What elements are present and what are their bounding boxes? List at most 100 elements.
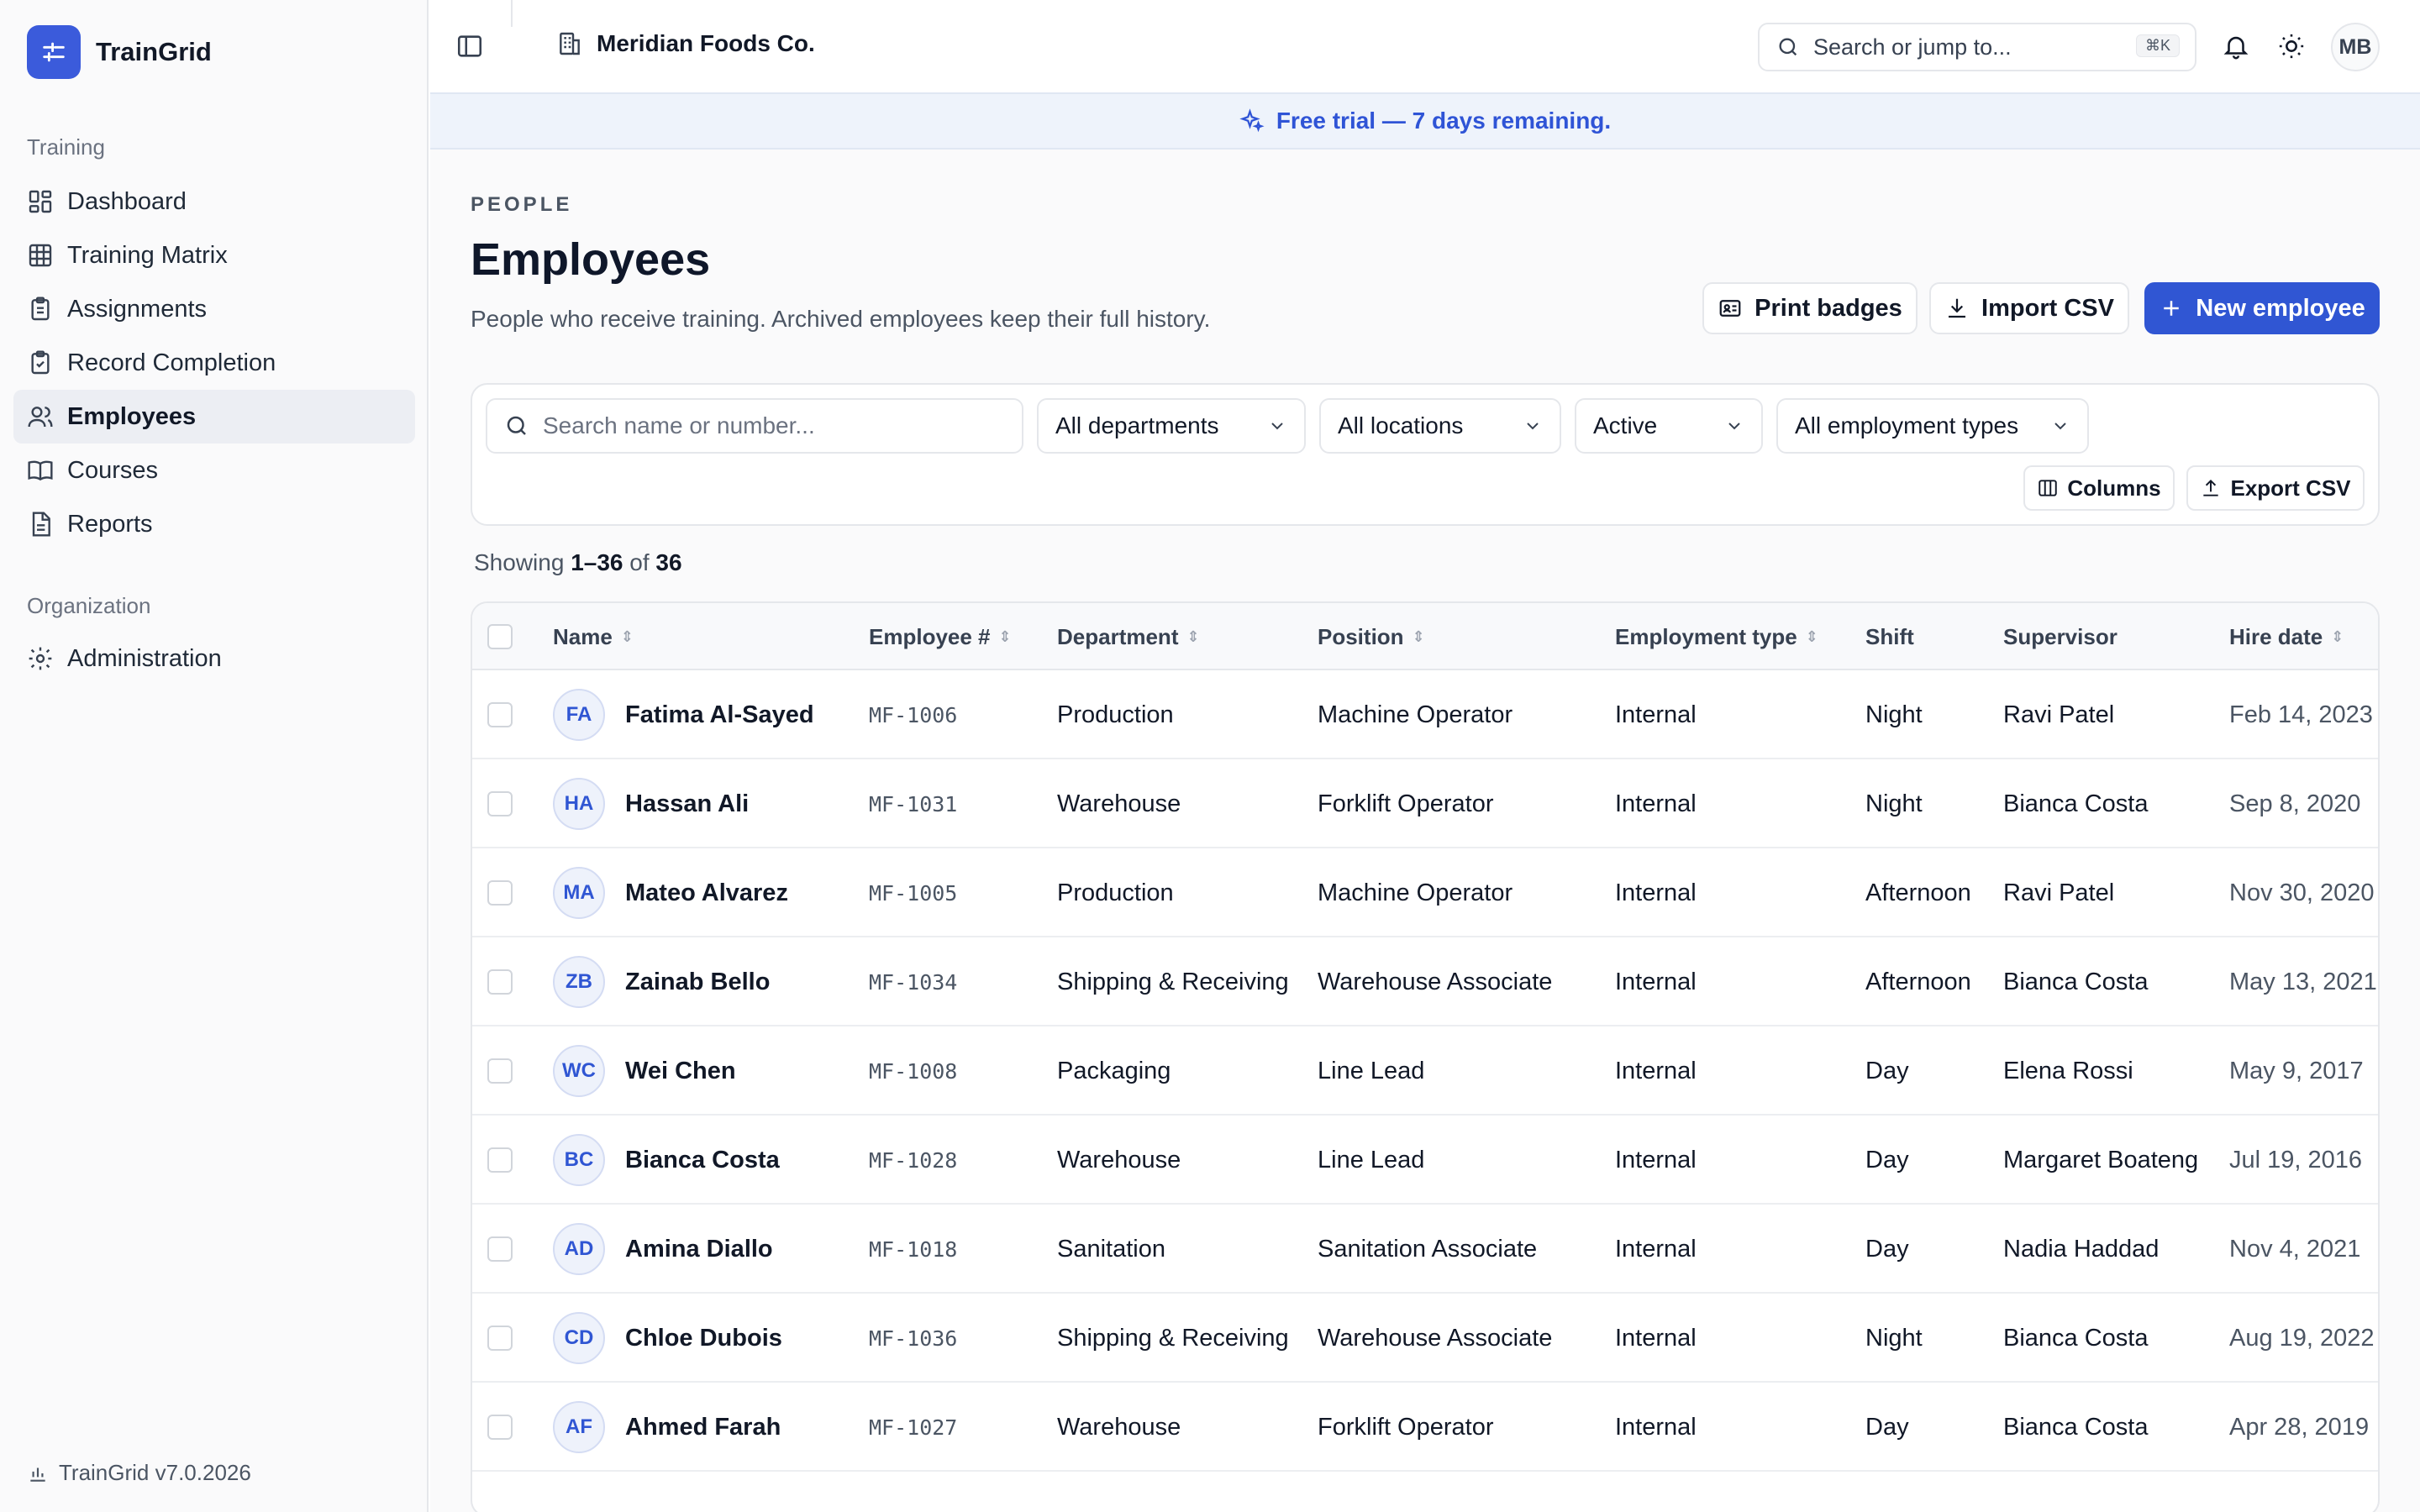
row-checkbox[interactable] — [487, 1147, 513, 1173]
employee-search-placeholder: Search name or number... — [543, 412, 815, 438]
employment-type-select-value: All employment types — [1795, 412, 2019, 438]
sidebar-item-reports[interactable]: Reports — [13, 497, 415, 551]
location-select[interactable]: All locations — [1319, 398, 1561, 454]
select-all-checkbox[interactable] — [487, 624, 513, 649]
sidebar-item-label: Dashboard — [67, 187, 187, 215]
table-row[interactable]: HA Hassan Ali MF-1031 Warehouse Forklift Ope… — [472, 759, 2378, 848]
column-header-name[interactable]: Name ⇕ — [553, 603, 634, 670]
employee-name[interactable]: Bianca Costa — [625, 1147, 780, 1174]
department-select[interactable]: All departments — [1037, 398, 1306, 454]
sidebar-item-dashboard[interactable]: Dashboard — [13, 175, 415, 228]
department-select-value: All departments — [1055, 412, 1219, 438]
row-checkbox[interactable] — [487, 1415, 513, 1440]
avatar: BC — [553, 1134, 605, 1186]
row-checkbox[interactable] — [487, 880, 513, 906]
shift-cell: Afternoon — [1865, 968, 1971, 995]
page-title: Employees — [471, 234, 711, 285]
sidebar-item-record-completion[interactable]: Record Completion — [13, 336, 415, 390]
sidebar-item-employees[interactable]: Employees — [13, 390, 415, 444]
sidebar-item-label: Record Completion — [67, 349, 276, 376]
sidebar-toggle-icon[interactable] — [455, 32, 484, 60]
row-checkbox[interactable] — [487, 1326, 513, 1351]
department-cell: Warehouse — [1057, 1413, 1181, 1441]
sun-icon[interactable] — [2277, 32, 2306, 60]
users-icon — [28, 407, 53, 428]
sidebar-item-administration[interactable]: Administration — [13, 632, 415, 685]
name-cell[interactable]: WC Wei Chen — [553, 1026, 736, 1116]
department-cell: Shipping & Receiving — [1057, 1324, 1289, 1352]
employee-name[interactable]: Hassan Ali — [625, 790, 749, 818]
employee-name[interactable]: Amina Diallo — [625, 1236, 773, 1263]
row-checkbox[interactable] — [487, 1236, 513, 1262]
employee-name[interactable]: Zainab Bello — [625, 969, 770, 996]
row-checkbox[interactable] — [487, 791, 513, 816]
name-cell[interactable]: FA Fatima Al-Sayed — [553, 670, 814, 759]
import-csv-label: Import CSV — [1981, 294, 2114, 322]
column-header-hire-date[interactable]: Hire date ⇕ — [2229, 603, 2344, 670]
employee-name[interactable]: Wei Chen — [625, 1058, 736, 1085]
showing-prefix: Showing — [474, 549, 565, 575]
name-cell[interactable]: BC Bianca Costa — [553, 1116, 780, 1205]
columns-button[interactable]: Columns — [2023, 465, 2175, 511]
employee-name[interactable]: Mateo Alvarez — [625, 879, 788, 907]
new-employee-button[interactable]: New employee — [2144, 282, 2380, 334]
chevron-down-icon — [1271, 423, 1283, 430]
sidebar-item-label: Reports — [67, 510, 153, 538]
position-cell: Warehouse Associate — [1318, 968, 1553, 995]
table-row[interactable]: ZB Zainab Bello MF-1034 Shipping & Receivin… — [472, 937, 2378, 1026]
employee-name[interactable]: Ahmed Farah — [625, 1414, 781, 1441]
plus-icon — [2164, 301, 2179, 316]
name-cell[interactable]: HA Hassan Ali — [553, 759, 749, 848]
version-label: TrainGrid v7.0.2026 — [59, 1460, 251, 1485]
bell-icon[interactable] — [2222, 32, 2250, 60]
sidebar-item-assignments[interactable]: Assignments — [13, 282, 415, 336]
name-cell[interactable]: AD Amina Diallo — [553, 1205, 773, 1294]
export-csv-button[interactable]: Export CSV — [2186, 465, 2365, 511]
employee-name[interactable]: Fatima Al-Sayed — [625, 701, 814, 729]
column-header-department[interactable]: Department ⇕ — [1057, 603, 1200, 670]
brand[interactable]: TrainGrid — [27, 25, 212, 79]
employee-number-cell: MF-1031 — [869, 791, 958, 816]
employee-name[interactable]: Chloe Dubois — [625, 1325, 782, 1352]
table-row[interactable]: CD Chloe Dubois MF-1036 Shipping & Receivin… — [472, 1294, 2378, 1383]
employment-type-cell: Internal — [1615, 1413, 1697, 1441]
table-row[interactable]: FA Fatima Al-Sayed MF-1006 Production Machin… — [472, 670, 2378, 759]
sparkles-icon — [1239, 108, 1265, 133]
hire-date-cell: Feb 14, 2023 — [2229, 701, 2373, 728]
sidebar-item-training-matrix[interactable]: Training Matrix — [13, 228, 415, 282]
employee-search-input[interactable]: Search name or number... — [486, 398, 1023, 454]
column-header-position[interactable]: Position ⇕ — [1318, 603, 1425, 670]
user-avatar[interactable]: MB — [2331, 23, 2380, 71]
position-cell: Forklift Operator — [1318, 790, 1494, 817]
sidebar: TrainGrid Training Dashboard Training Ma… — [0, 0, 429, 1512]
org-switcher[interactable]: Meridian Foods Co. — [556, 30, 815, 57]
row-checkbox[interactable] — [487, 702, 513, 727]
shift-cell: Night — [1865, 701, 1923, 728]
table-row[interactable]: BC Bianca Costa MF-1028 Warehouse Line Lead I… — [472, 1116, 2378, 1205]
sidebar-item-courses[interactable]: Courses — [13, 444, 415, 497]
status-select[interactable]: Active — [1575, 398, 1763, 454]
position-cell: Machine Operator — [1318, 701, 1513, 728]
row-checkbox[interactable] — [487, 1058, 513, 1084]
name-cell[interactable]: ZB Zainab Bello — [553, 937, 770, 1026]
location-select-value: All locations — [1338, 412, 1464, 438]
hire-date-cell: Sep 8, 2020 — [2229, 790, 2361, 817]
print-badges-button[interactable]: Print badges — [1702, 282, 1918, 334]
table-row[interactable]: AD Amina Diallo MF-1018 Sanitation Sanitatio… — [472, 1205, 2378, 1294]
column-header-employee-number[interactable]: Employee # ⇕ — [869, 603, 1012, 670]
name-cell[interactable]: AF Ahmed Farah — [553, 1383, 781, 1472]
column-header-employment-type[interactable]: Employment type ⇕ — [1615, 603, 1818, 670]
row-checkbox[interactable] — [487, 969, 513, 995]
employment-type-select[interactable]: All employment types — [1776, 398, 2089, 454]
sort-icon: ⇕ — [2331, 627, 2344, 645]
hire-date-cell: Nov 4, 2021 — [2229, 1235, 2361, 1263]
table-row[interactable]: WC Wei Chen MF-1008 Packaging Line Lead Inter… — [472, 1026, 2378, 1116]
global-search-input[interactable]: Search or jump to... ⌘K — [1758, 23, 2196, 71]
page-eyebrow: PEOPLE — [471, 193, 573, 216]
import-csv-button[interactable]: Import CSV — [1929, 282, 2129, 334]
supervisor-cell: Bianca Costa — [2003, 1324, 2149, 1352]
name-cell[interactable]: MA Mateo Alvarez — [553, 848, 788, 937]
table-row[interactable]: AF Ahmed Farah MF-1027 Warehouse Forklift Op… — [472, 1383, 2378, 1472]
name-cell[interactable]: CD Chloe Dubois — [553, 1294, 782, 1383]
table-row[interactable]: MA Mateo Alvarez MF-1005 Production Machine … — [472, 848, 2378, 937]
